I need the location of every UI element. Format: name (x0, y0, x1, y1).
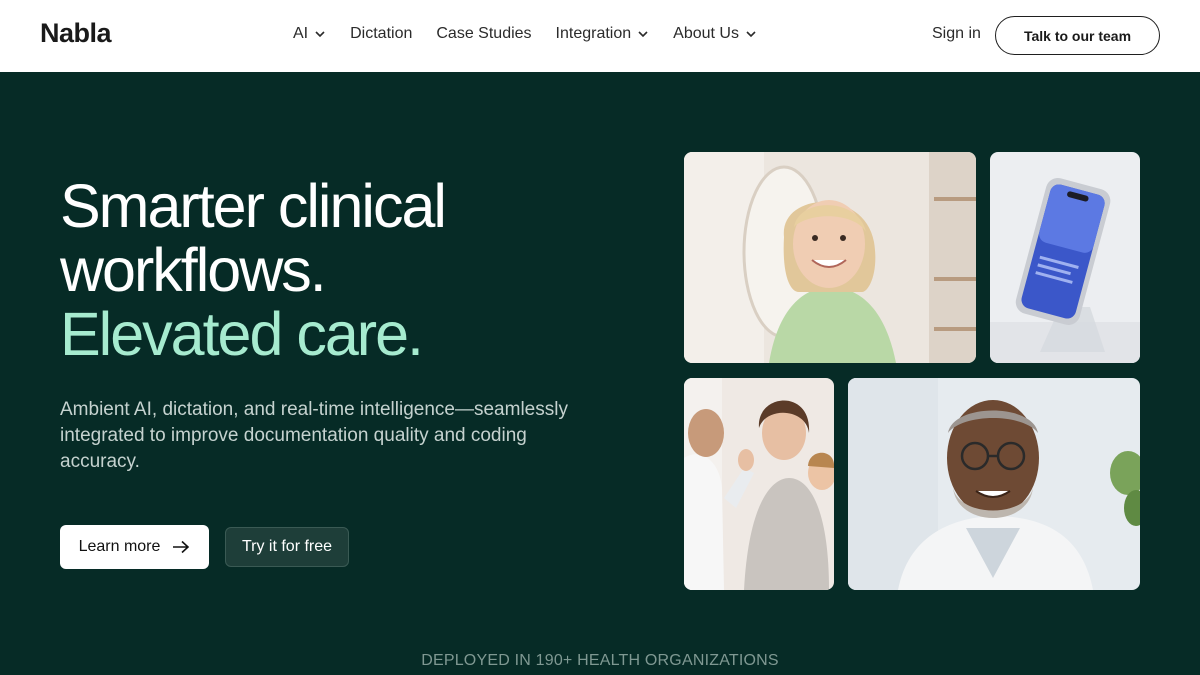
site-header: Nabla AI Dictation Case Studies Integrat… (0, 0, 1200, 72)
nav-item-dictation[interactable]: Dictation (350, 25, 412, 43)
hero-headline: Smarter clinical workflows. Elevated car… (60, 172, 447, 368)
chevron-down-icon (746, 31, 756, 38)
nav-item-about-us[interactable]: About Us (673, 25, 757, 43)
learn-more-label: Learn more (78, 538, 161, 555)
nav-item-integration[interactable]: Integration (556, 25, 650, 43)
nav-item-ai[interactable]: AI (293, 25, 326, 43)
headline-line-2: workflows. (60, 236, 327, 304)
arrow-right-icon (173, 540, 190, 554)
photo-high-five-family (684, 378, 834, 590)
nav-item-label: AI (293, 25, 309, 42)
sign-in-link[interactable]: Sign in (932, 25, 981, 43)
chevron-down-icon (315, 31, 325, 38)
deployed-count-text: DEPLOYED IN 190+ HEALTH ORGANIZATIONS (421, 652, 779, 669)
main-nav: AI Dictation Case Studies Integration Ab… (293, 25, 757, 43)
headline-line-1: Smarter clinical (60, 172, 447, 240)
nav-item-label: Integration (555, 25, 632, 42)
nav-item-label: Dictation (350, 25, 413, 42)
hero-subtitle: Ambient AI, dictation, and real-time int… (60, 399, 568, 472)
photo-smiling-doctor (848, 378, 1140, 590)
talk-to-team-button[interactable]: Talk to our team (995, 16, 1160, 55)
try-free-button[interactable]: Try it for free (225, 527, 349, 567)
learn-more-button[interactable]: Learn more (60, 525, 209, 569)
nav-item-label: Case Studies (436, 25, 532, 42)
photo-phone-on-stand (990, 152, 1140, 363)
photo-smiling-woman (684, 152, 976, 363)
nav-item-case-studies[interactable]: Case Studies (436, 25, 531, 43)
headline-accent: Elevated care. (60, 300, 424, 368)
nabla-logo[interactable]: Nabla (40, 18, 112, 49)
nav-item-label: About Us (673, 25, 739, 42)
chevron-down-icon (638, 31, 648, 38)
